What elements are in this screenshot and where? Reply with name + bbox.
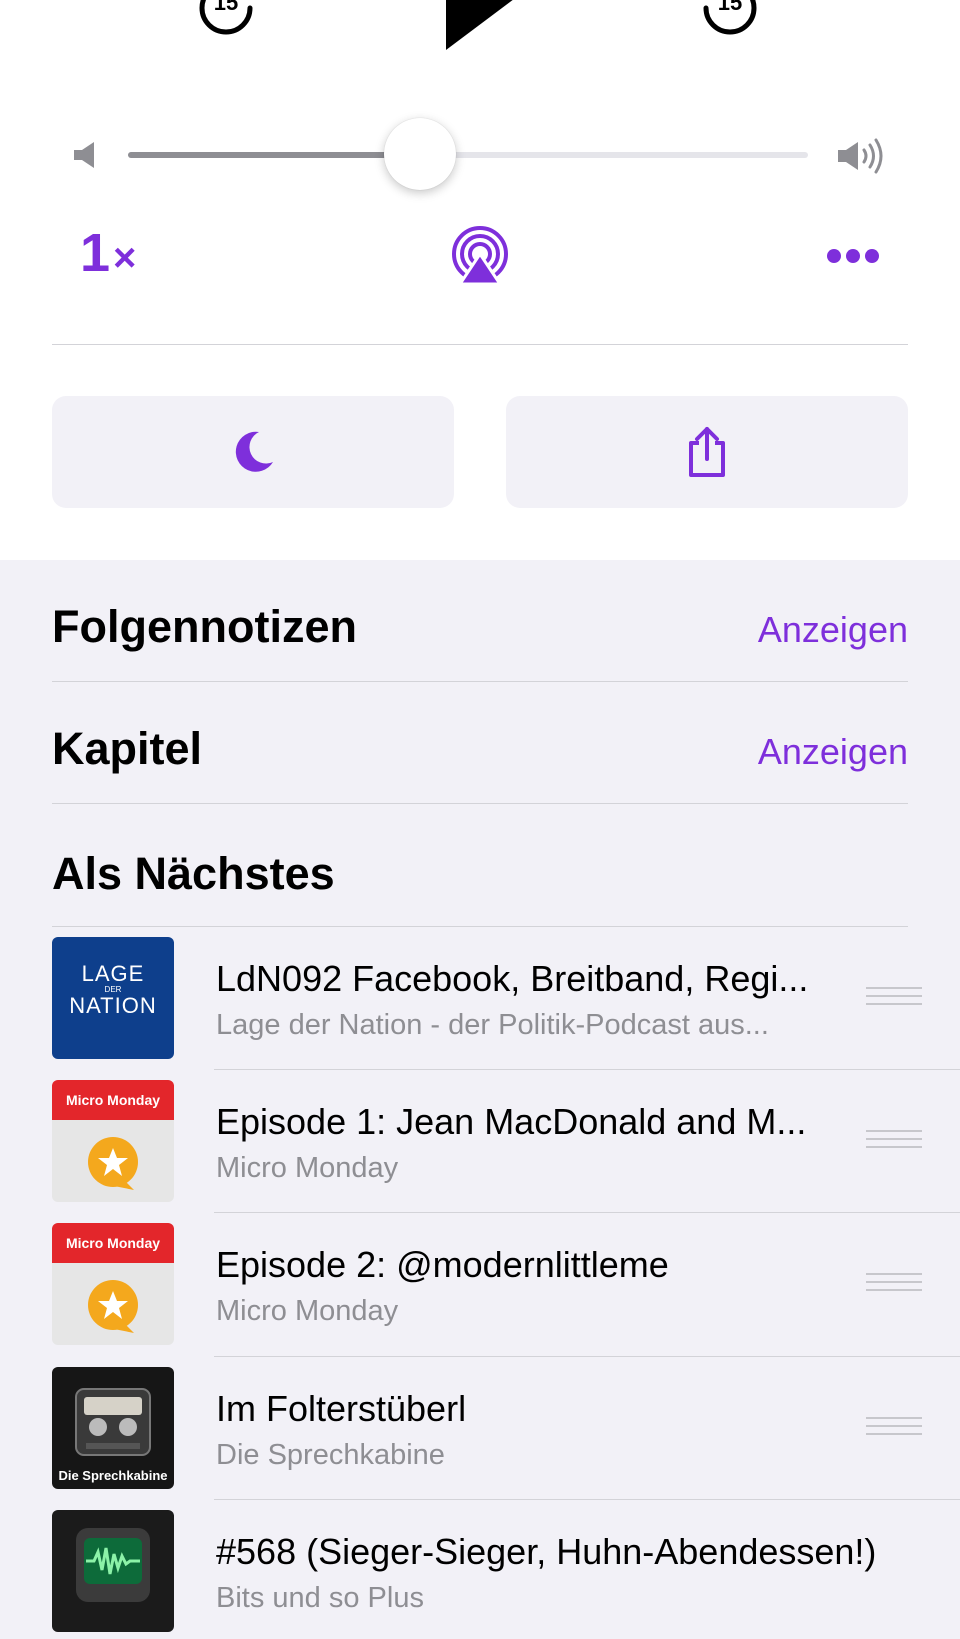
grabber-icon[interactable] (866, 1415, 922, 1437)
sleep-timer-button[interactable] (52, 396, 454, 508)
grabber-icon[interactable] (866, 1128, 922, 1150)
artwork-text: LAGE (81, 961, 145, 986)
play-button[interactable] (442, 0, 532, 52)
artwork-text: NATION (69, 993, 157, 1018)
airplay-audio-icon[interactable] (448, 224, 512, 288)
player-controls-card: 15 15 1 × (0, 0, 960, 560)
grabber-icon[interactable] (866, 985, 922, 1007)
episode-title: Episode 1: Jean MacDonald and M... (216, 1101, 807, 1142)
podcast-name: Micro Monday (216, 1295, 399, 1327)
artwork-text: Micro Monday (65, 1235, 161, 1251)
podcast-name: Micro Monday (216, 1152, 399, 1184)
star-bubble-icon (88, 1137, 138, 1190)
waveform-icon (76, 1528, 150, 1602)
grabber-icon[interactable] (866, 1271, 922, 1293)
episode-title: LdN092 Facebook, Breitband, Regi... (216, 958, 809, 999)
playback-speed-button[interactable]: 1 × (80, 223, 136, 283)
cassette-icon (75, 1388, 151, 1456)
playback-speed-suffix: × (113, 236, 136, 280)
episode-title: #568 (Sieger-Sieger, Huhn-Abendessen!) (216, 1531, 877, 1572)
queue-item[interactable]: #568 (Sieger-Sieger, Huhn-Abendessen!) B… (0, 1496, 960, 1639)
playback-speed-value: 1 (80, 223, 110, 283)
speaker-high-icon (838, 138, 883, 174)
skip-back-button[interactable]: 15 (196, 0, 256, 38)
podcast-artwork: Micro Monday (52, 1223, 174, 1345)
queue-item[interactable]: Micro Monday Episode 2: @modernlittleme … (0, 1209, 960, 1352)
speaker-low-icon (74, 142, 94, 168)
podcast-name: Bits und so Plus (216, 1582, 424, 1614)
backward-15-icon: 15 (199, 0, 253, 35)
skip-forward-seconds: 15 (718, 0, 742, 15)
skip-forward-button[interactable]: 15 (700, 0, 760, 38)
chapters-show-link[interactable]: Anzeigen (758, 734, 908, 770)
share-icon (689, 427, 725, 477)
moon-icon (235, 431, 273, 472)
podcast-name: Die Sprechkabine (216, 1439, 445, 1471)
artwork-text: Die Sprechkabine (58, 1468, 168, 1483)
queue-item[interactable]: Micro Monday Episode 1: Jean MacDonald a… (0, 1066, 960, 1209)
play-icon (446, 0, 513, 50)
divider (52, 803, 908, 804)
divider (52, 681, 908, 682)
podcast-artwork (52, 1510, 174, 1632)
episode-notes-title: Folgennotizen (52, 601, 357, 652)
episode-notes-show-link[interactable]: Anzeigen (758, 612, 908, 648)
volume-slider-thumb[interactable] (384, 118, 457, 190)
ellipsis-icon[interactable] (826, 246, 880, 266)
divider (52, 344, 908, 345)
chapters-title: Kapitel (52, 723, 203, 774)
podcast-artwork: Die Sprechkabine (52, 1367, 174, 1489)
podcast-artwork: Micro Monday (52, 1080, 174, 1202)
volume-slider-fill (128, 152, 421, 158)
up-next-title: Als Nächstes (52, 848, 335, 899)
skip-back-seconds: 15 (214, 0, 238, 15)
queue-item[interactable]: LAGE DER NATION LdN092 Facebook, Breitba… (0, 923, 960, 1066)
queue-item[interactable]: Die Sprechkabine Im Folterstüberl Die Sp… (0, 1353, 960, 1496)
episode-title: Im Folterstüberl (216, 1388, 467, 1429)
share-button[interactable] (506, 396, 908, 508)
podcast-artwork: LAGE DER NATION (52, 937, 174, 1059)
episode-title: Episode 2: @modernlittleme (216, 1244, 669, 1285)
volume-slider[interactable] (128, 152, 808, 158)
forward-15-icon: 15 (703, 0, 757, 35)
artwork-text: Micro Monday (65, 1092, 161, 1108)
podcast-name: Lage der Nation - der Politik-Podcast au… (216, 1009, 769, 1041)
star-bubble-icon (88, 1280, 138, 1333)
